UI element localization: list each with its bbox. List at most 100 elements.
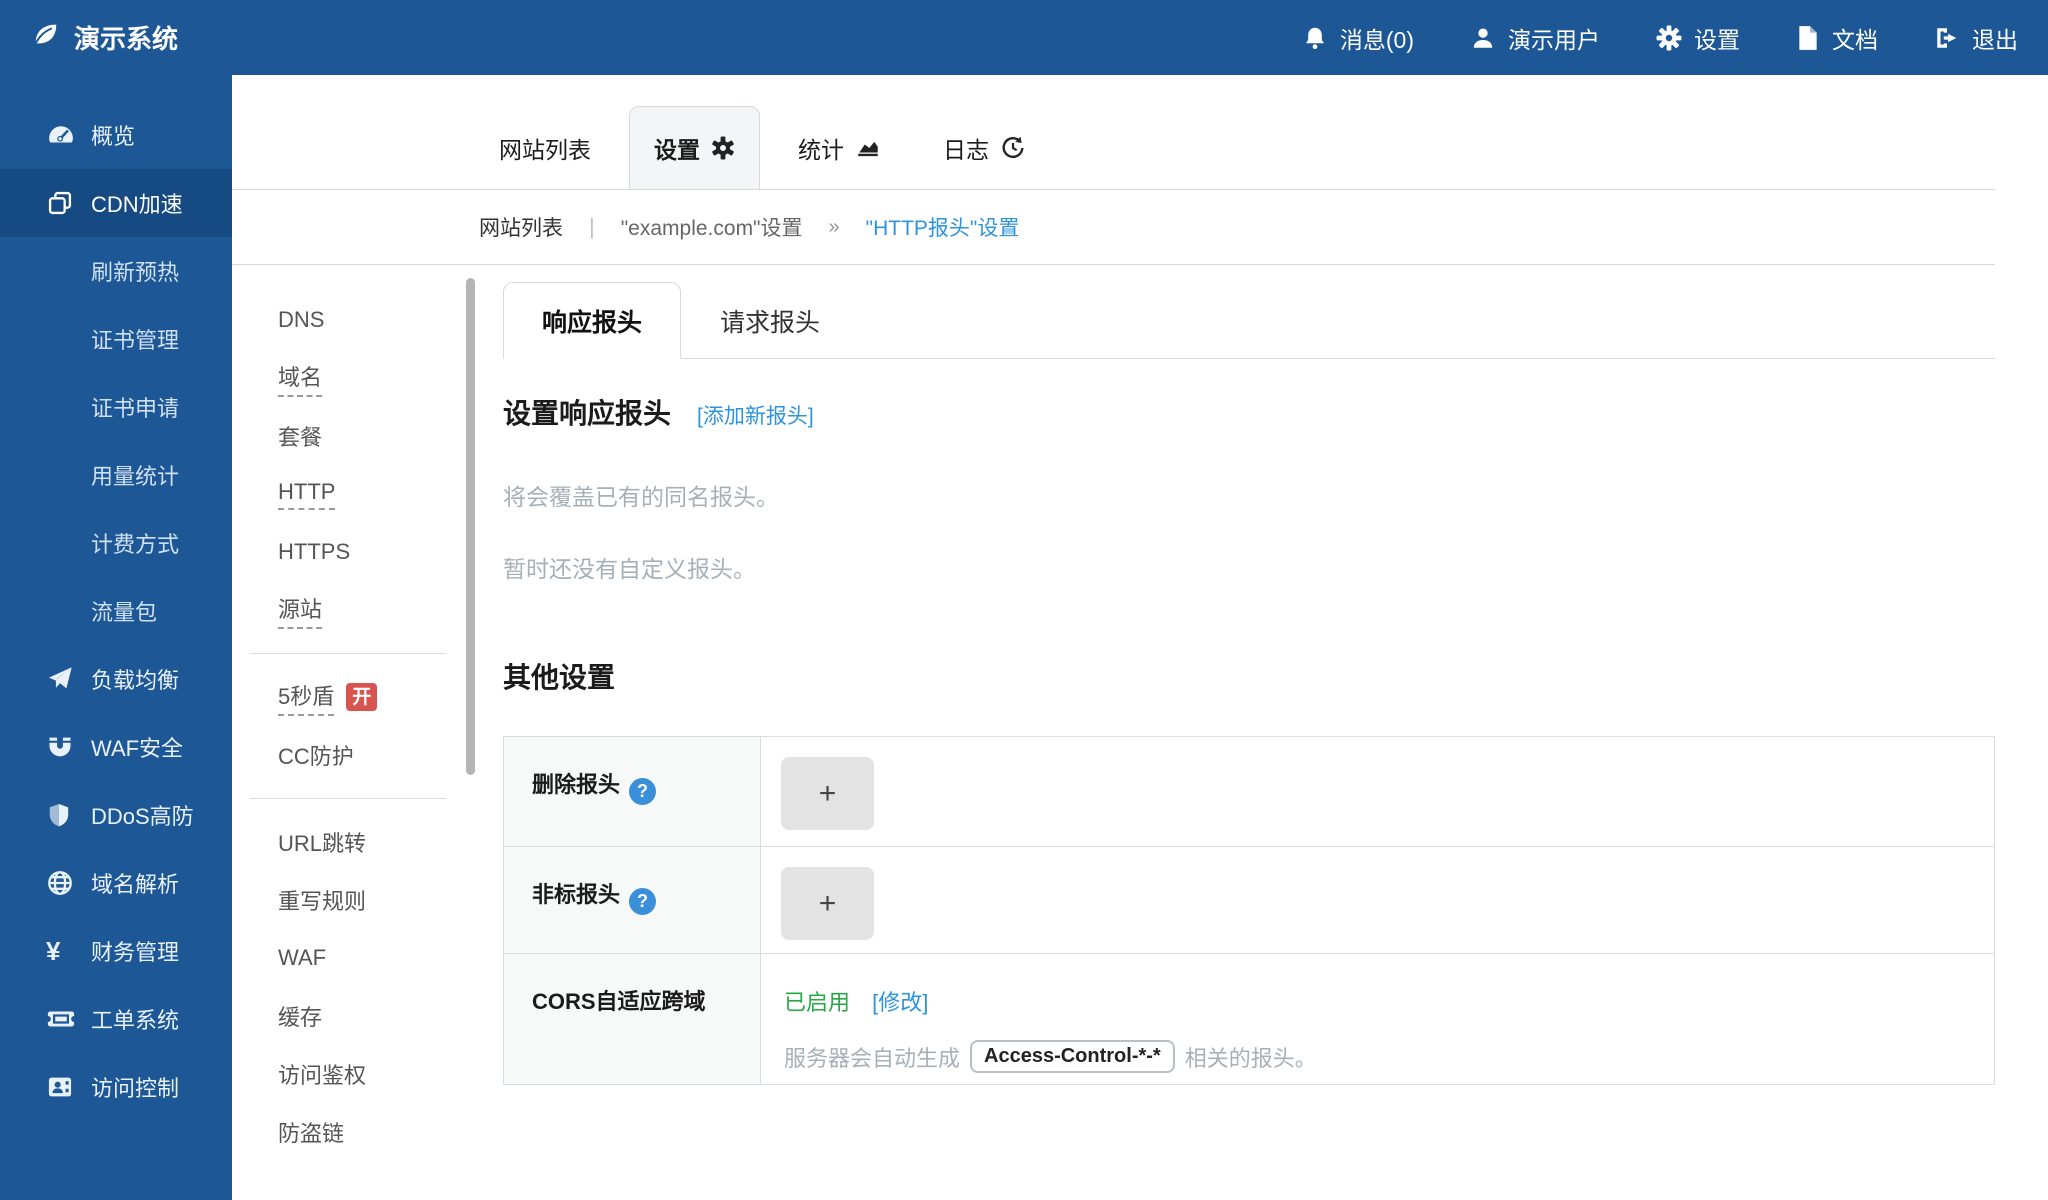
tab-site-list[interactable]: 网站列表 bbox=[475, 106, 615, 190]
user-icon bbox=[1470, 25, 1496, 51]
subnav-item-plan[interactable]: 套餐 bbox=[232, 407, 503, 465]
subnav-item-waf[interactable]: WAF bbox=[232, 929, 503, 987]
messages-label: 消息(0) bbox=[1340, 21, 1414, 55]
main-area: 网站列表 设置 bbox=[232, 75, 2048, 1200]
gear-icon bbox=[1656, 25, 1682, 51]
tab-label: 请求报头 bbox=[720, 303, 820, 339]
other-settings-table: 删除报头? + 非标报头? + bbox=[503, 736, 1995, 1085]
sidebar-item-ddos[interactable]: DDoS高防 bbox=[0, 781, 232, 849]
row-label: 删除报头 bbox=[532, 772, 620, 797]
topbar-menu: 消息(0) 演示用户 bbox=[1302, 21, 2018, 55]
subnav-item-hotlink[interactable]: 防盗链 bbox=[232, 1103, 503, 1161]
row-value-cell: 已启用 [修改] 服务器会自动生成 Access-Control-*-* 相关的… bbox=[761, 954, 1995, 1085]
help-icon[interactable]: ? bbox=[629, 888, 656, 915]
sidebar-item-tickets[interactable]: 工单系统 bbox=[0, 985, 232, 1053]
subnav-item-domain[interactable]: 域名 bbox=[232, 349, 503, 407]
sidebar-label: DDoS高防 bbox=[91, 799, 194, 831]
subnav-item-origin[interactable]: 源站 bbox=[232, 581, 503, 639]
status-badge-on: 开 bbox=[346, 683, 377, 711]
sidebar-label: 证书申请 bbox=[91, 391, 179, 423]
sidebar-label: 域名解析 bbox=[91, 867, 179, 899]
breadcrumb-site-settings[interactable]: "example.com"设置 bbox=[621, 212, 803, 242]
subnav-label: 套餐 bbox=[278, 420, 322, 452]
cors-desc-after: 相关的报头。 bbox=[1185, 1041, 1317, 1073]
breadcrumb-site-list[interactable]: 网站列表 bbox=[479, 212, 563, 242]
sidebar-item-load-balance[interactable]: 负载均衡 bbox=[0, 645, 232, 713]
row-label-cell: 删除报头? bbox=[504, 737, 761, 847]
empty-note: 暂时还没有自定义报头。 bbox=[503, 550, 1995, 584]
sidebar-item-waf[interactable]: WAF安全 bbox=[0, 713, 232, 781]
subnav-item-https[interactable]: HTTPS bbox=[232, 523, 503, 581]
app-logo[interactable]: 演示系统 bbox=[30, 19, 178, 56]
logout-menu-item[interactable]: 退出 bbox=[1934, 21, 2018, 55]
user-menu-item[interactable]: 演示用户 bbox=[1470, 21, 1600, 55]
subnav-item-http[interactable]: HTTP bbox=[232, 465, 503, 523]
cors-modify-link[interactable]: [修改] bbox=[872, 990, 928, 1015]
breadcrumb-http-headers[interactable]: "HTTP报头"设置 bbox=[866, 212, 1020, 242]
app-title: 演示系统 bbox=[74, 19, 178, 56]
tab-request-headers[interactable]: 请求报头 bbox=[681, 282, 859, 359]
sidebar-item-refresh-prewarm[interactable]: 刷新预热 bbox=[0, 237, 232, 305]
subnav-label: CC防护 bbox=[278, 739, 354, 771]
site-tab-bar: 网站列表 设置 bbox=[232, 75, 1995, 190]
tab-response-headers[interactable]: 响应报头 bbox=[503, 282, 681, 359]
subnav-item-5s-shield[interactable]: 5秒盾 开 bbox=[232, 668, 503, 726]
subnav-item-url-redirect[interactable]: URL跳转 bbox=[232, 813, 503, 871]
subnav-item-cc-protect[interactable]: CC防护 bbox=[232, 726, 503, 784]
tab-label: 设置 bbox=[654, 131, 700, 165]
section-heading: 设置响应报头 bbox=[503, 392, 671, 432]
tab-label: 统计 bbox=[798, 131, 844, 165]
shield-icon bbox=[46, 801, 78, 829]
sidebar-item-finance[interactable]: ¥ 财务管理 bbox=[0, 917, 232, 985]
table-row: CORS自适应跨域 已启用 [修改] 服务器会自动生成 Access-Contr… bbox=[504, 954, 1995, 1085]
sidebar-item-overview[interactable]: 概览 bbox=[0, 101, 232, 169]
bell-icon bbox=[1302, 25, 1328, 51]
subnav-label: 源站 bbox=[278, 592, 322, 629]
settings-content: DNS 域名 套餐 HTTP HTTPS 源站 bbox=[232, 265, 1995, 1200]
subnav-divider bbox=[250, 653, 446, 654]
document-icon bbox=[1796, 25, 1820, 51]
tab-label: 日志 bbox=[943, 131, 989, 165]
subnav-item-dns[interactable]: DNS bbox=[232, 291, 503, 349]
breadcrumb-separator: | bbox=[589, 214, 595, 240]
subnav-item-rewrite-rules[interactable]: 重写规则 bbox=[232, 871, 503, 929]
subnav-label: HTTP bbox=[278, 479, 335, 510]
sidebar-item-traffic-pack[interactable]: 流量包 bbox=[0, 577, 232, 645]
sidebar-item-cert-apply[interactable]: 证书申请 bbox=[0, 373, 232, 441]
docs-menu-item[interactable]: 文档 bbox=[1796, 21, 1878, 55]
row-label: 非标报头 bbox=[532, 882, 620, 907]
sidebar-item-dns-resolve[interactable]: 域名解析 bbox=[0, 849, 232, 917]
sidebar-label: 访问控制 bbox=[91, 1071, 179, 1103]
scrollbar-thumb[interactable] bbox=[466, 278, 475, 775]
subnav-label: 5秒盾 bbox=[278, 679, 334, 716]
headers-panel: 响应报头 请求报头 设置响应报头 [添加新报头] 将会覆盖已有的同名报头。 暂时… bbox=[503, 265, 1995, 1200]
sidebar-item-usage-stats[interactable]: 用量统计 bbox=[0, 441, 232, 509]
tab-settings[interactable]: 设置 bbox=[629, 106, 760, 190]
subnav-label: 缓存 bbox=[278, 1000, 322, 1032]
ticket-icon bbox=[46, 1004, 78, 1034]
tab-label: 网站列表 bbox=[499, 131, 591, 165]
sidebar-item-cdn[interactable]: CDN加速 bbox=[0, 169, 232, 237]
gear-icon bbox=[711, 136, 735, 160]
sidebar-label: 负载均衡 bbox=[91, 663, 179, 695]
add-delete-header-button[interactable]: + bbox=[781, 757, 874, 830]
sidebar-item-access-control[interactable]: 访问控制 bbox=[0, 1053, 232, 1121]
sidebar-item-cert-manage[interactable]: 证书管理 bbox=[0, 305, 232, 373]
logout-label: 退出 bbox=[1972, 21, 2018, 55]
messages-menu-item[interactable]: 消息(0) bbox=[1302, 21, 1414, 55]
cors-description: 服务器会自动生成 Access-Control-*-* 相关的报头。 bbox=[784, 1040, 1994, 1073]
subnav-item-auth[interactable]: 访问鉴权 bbox=[232, 1045, 503, 1103]
add-nonstandard-header-button[interactable]: + bbox=[781, 867, 874, 940]
settings-menu-item[interactable]: 设置 bbox=[1656, 21, 1740, 55]
sidebar-label: 用量统计 bbox=[91, 459, 179, 491]
settings-subnav: DNS 域名 套餐 HTTP HTTPS 源站 bbox=[232, 265, 503, 1200]
help-icon[interactable]: ? bbox=[629, 778, 656, 805]
tab-logs[interactable]: 日志 bbox=[919, 106, 1050, 190]
tab-stats[interactable]: 统计 bbox=[774, 106, 905, 190]
subnav-item-cache[interactable]: 缓存 bbox=[232, 987, 503, 1045]
globe-icon bbox=[46, 869, 78, 897]
add-header-link[interactable]: [添加新报头] bbox=[697, 400, 814, 430]
sidebar-item-billing-mode[interactable]: 计费方式 bbox=[0, 509, 232, 577]
sidebar-label: 流量包 bbox=[91, 595, 157, 627]
cors-desc-before: 服务器会自动生成 bbox=[784, 1041, 960, 1073]
